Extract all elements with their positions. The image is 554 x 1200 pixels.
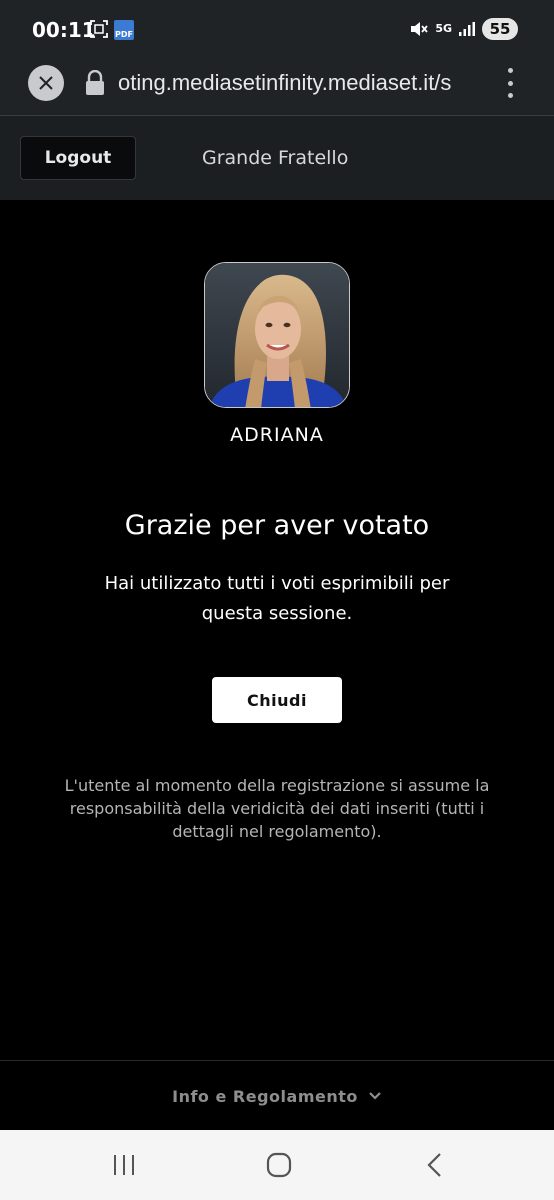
status-indicators: 5G 55 xyxy=(409,18,518,40)
header-title[interactable]: Grande Fratello xyxy=(202,147,348,169)
confirmation-message: Hai utilizzato tutti i voti esprimibili … xyxy=(104,573,450,624)
contestant-photo xyxy=(205,263,349,407)
back-icon[interactable] xyxy=(424,1152,444,1178)
url-text[interactable]: oting.mediasetinfinity.mediaset.it/s xyxy=(118,70,476,96)
status-bar: 00:11 PDF 5G 55 xyxy=(0,0,554,60)
browser-url-bar: oting.mediasetinfinity.mediaset.it/s xyxy=(0,60,554,116)
disclaimer-text: L'utente al momento della registrazione … xyxy=(64,776,490,841)
confirmation-title: Grazie per aver votato xyxy=(124,510,430,541)
status-time: 00:11 xyxy=(32,18,96,42)
network-label: 5G xyxy=(435,22,452,35)
lock-icon xyxy=(86,70,104,95)
contestant-name: ADRIANA xyxy=(230,424,324,446)
system-nav-bar xyxy=(0,1130,554,1200)
pdf-icon: PDF xyxy=(114,20,134,40)
home-icon[interactable] xyxy=(266,1152,292,1178)
screenshot-icon xyxy=(90,20,108,38)
logout-button[interactable]: Logout xyxy=(20,136,136,180)
close-tab-button[interactable] xyxy=(28,65,64,101)
signal-icon xyxy=(459,22,475,36)
footer-info-toggle[interactable]: Info e Regolamento xyxy=(0,1060,554,1131)
site-header: Logout Grande Fratello xyxy=(0,116,554,200)
menu-icon[interactable] xyxy=(506,68,514,98)
close-button[interactable]: Chiudi xyxy=(212,677,342,723)
chevron-down-icon xyxy=(369,1092,381,1100)
contestant-avatar xyxy=(204,262,350,408)
mute-icon xyxy=(411,22,429,36)
footer-label: Info e Regolamento xyxy=(172,1086,358,1106)
battery-badge: 55 xyxy=(482,18,518,40)
recent-apps-icon[interactable] xyxy=(110,1152,138,1178)
close-icon xyxy=(39,76,53,90)
